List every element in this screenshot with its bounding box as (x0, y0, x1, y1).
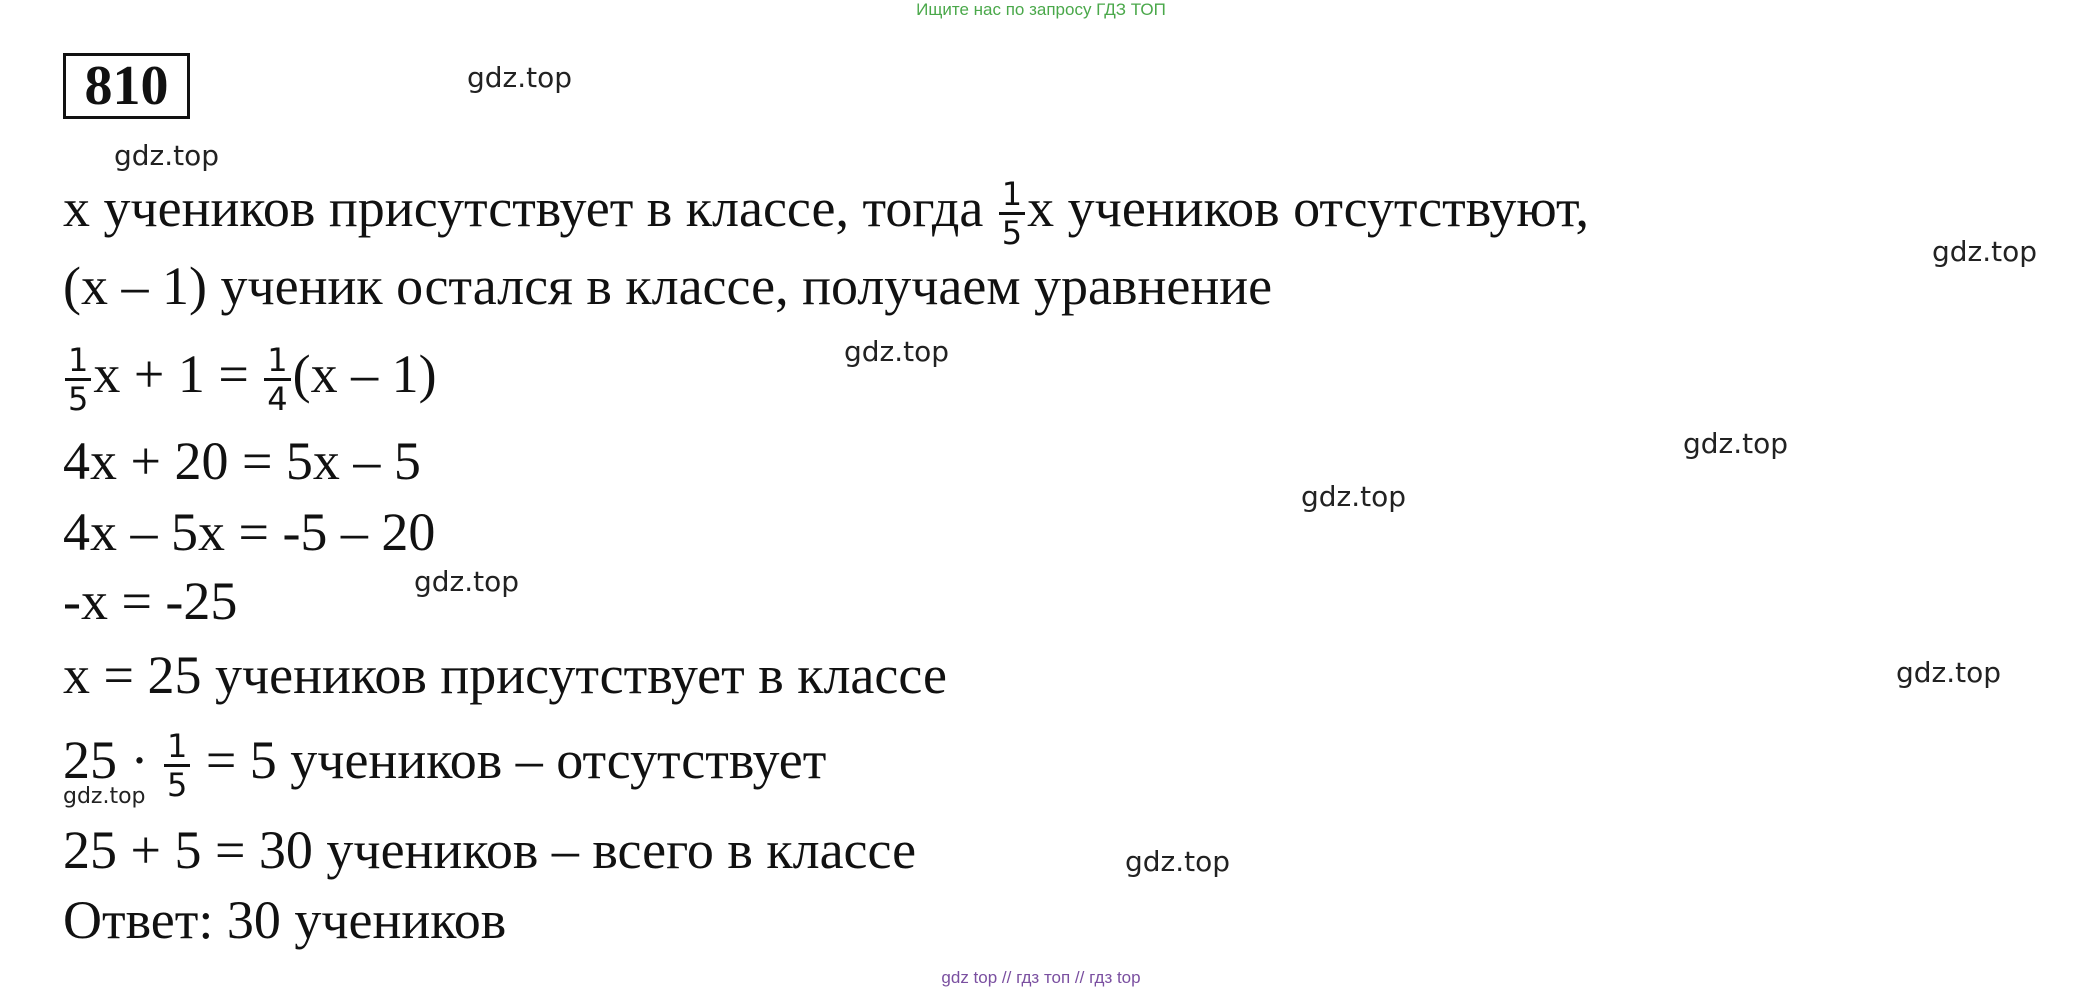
watermark: gdz.top (1683, 427, 1789, 460)
solution-line-5: 4x – 5x = -5 – 20 (63, 502, 436, 562)
fraction: 15 (163, 728, 191, 804)
fraction: 14 (264, 342, 291, 418)
solution-line-8: 25 · 15 = 5 учеников – отсутствует (63, 728, 826, 803)
watermark: gdz.top (1301, 480, 1407, 513)
top-search-banner: Ищите нас по запросу ГДЗ ТОП (916, 0, 1166, 19)
solution-line-1: x учеников присутствует в классе, тогда … (63, 176, 1589, 251)
fraction-numerator: 1 (65, 342, 92, 381)
line-text: 25 · (63, 729, 162, 790)
solution-line-9: 25 + 5 = 30 учеников – всего в классе (63, 820, 917, 880)
solution-line-2: (x – 1) ученик остался в классе, получае… (63, 256, 1273, 316)
watermark: gdz.top (414, 565, 520, 598)
fraction-denominator: 5 (68, 380, 89, 418)
fraction-denominator: 4 (267, 380, 288, 418)
footer-banner: gdz top // гдз топ // гдз top (941, 968, 1141, 987)
watermark: gdz.top (1932, 235, 2038, 268)
line-text: x учеников присутствует в классе, тогда (63, 177, 997, 238)
watermark: gdz.top (1125, 845, 1231, 878)
answer-line: Ответ: 30 учеников (63, 890, 507, 950)
watermark: gdz.top (467, 61, 573, 94)
solution-line-4: 4x + 20 = 5x – 5 (63, 431, 421, 491)
fraction-denominator: 5 (166, 766, 188, 804)
solution-line-6: -x = -25 (63, 571, 238, 631)
line-text: x учеников отсутствуют, (1027, 177, 1590, 238)
watermark: gdz.top (114, 139, 220, 172)
solution-line-7: x = 25 учеников присутствует в классе (63, 645, 947, 705)
watermark: gdz.top (844, 335, 950, 368)
line-text: x + 1 = (93, 343, 263, 404)
problem-number: 810 (63, 53, 190, 119)
watermark: gdz.top (1896, 656, 2002, 689)
fraction: 15 (65, 342, 92, 418)
line-text: (x – 1) (292, 343, 437, 404)
fraction: 15 (998, 176, 1026, 252)
fraction-numerator: 1 (998, 176, 1026, 215)
fraction-numerator: 1 (163, 728, 191, 767)
line-text: = 5 учеников – отсутствует (192, 729, 827, 790)
fraction-numerator: 1 (264, 342, 291, 381)
solution-line-3: 15x + 1 = 1 4 (x – 1) (63, 342, 437, 417)
fraction-denominator: 5 (1001, 214, 1023, 252)
